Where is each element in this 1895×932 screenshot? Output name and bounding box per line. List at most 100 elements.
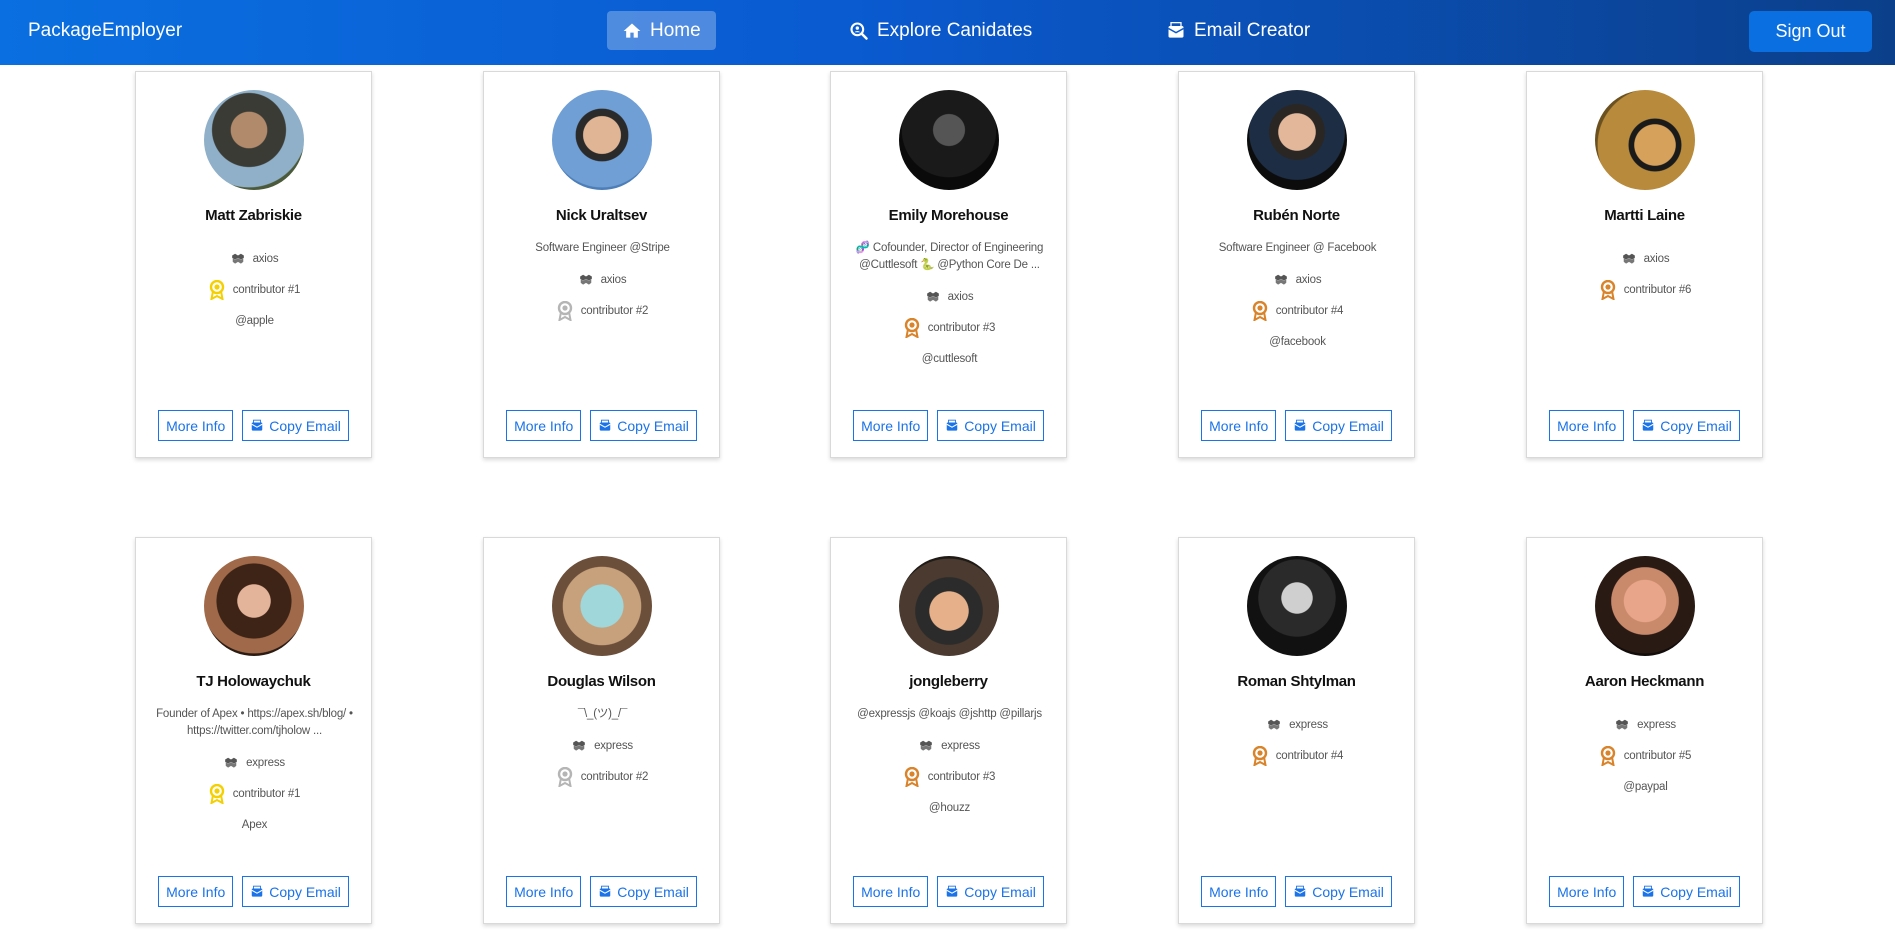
package-row: express bbox=[224, 747, 285, 778]
rank-row: contributor #2 bbox=[557, 295, 648, 326]
nav-email-creator[interactable]: Email Creator bbox=[1151, 11, 1325, 50]
avatar[interactable] bbox=[899, 90, 999, 190]
copy-email-button[interactable]: Copy Email bbox=[937, 876, 1044, 907]
home-icon bbox=[623, 23, 641, 38]
more-info-button[interactable]: More Info bbox=[506, 410, 582, 441]
package-row: express bbox=[1615, 709, 1676, 740]
candidate-name: Roman Shtylman bbox=[1237, 673, 1356, 690]
nav-home-label: Home bbox=[650, 19, 701, 41]
mail-bulk-icon bbox=[599, 885, 611, 897]
nav-explore-candidates[interactable]: Explore Canidates bbox=[834, 11, 1047, 50]
sign-out-button[interactable]: Sign Out bbox=[1749, 11, 1872, 52]
copy-email-button[interactable]: Copy Email bbox=[1633, 876, 1740, 907]
copy-email-button[interactable]: Copy Email bbox=[590, 876, 697, 907]
avatar[interactable] bbox=[1595, 556, 1695, 656]
contributor-rank: contributor #4 bbox=[1275, 304, 1344, 317]
mail-bulk-icon bbox=[1294, 885, 1306, 897]
copy-email-label: Copy Email bbox=[1660, 417, 1732, 434]
medal-icon bbox=[1600, 745, 1615, 766]
mail-bulk-icon bbox=[946, 419, 958, 431]
mail-bulk-icon bbox=[599, 419, 611, 431]
avatar[interactable] bbox=[1247, 556, 1347, 656]
card-actions: More Info Copy Email bbox=[831, 410, 1066, 441]
rank-row: contributor #3 bbox=[904, 761, 995, 792]
more-info-button[interactable]: More Info bbox=[1549, 410, 1625, 441]
candidate-name: Emily Morehouse bbox=[888, 207, 1009, 224]
more-info-label: More Info bbox=[514, 417, 574, 434]
package-row: express bbox=[919, 730, 980, 761]
candidate-info: ¯\_(ツ)_/¯express contributor #2 bbox=[502, 706, 703, 792]
candidate-card: jongleberry @expressjs @koajs @jshttp @p… bbox=[830, 537, 1067, 924]
candidate-org: @facebook bbox=[1269, 335, 1326, 348]
avatar[interactable] bbox=[1595, 90, 1695, 190]
avatar[interactable] bbox=[552, 90, 652, 190]
more-info-button[interactable]: More Info bbox=[506, 876, 582, 907]
contributor-rank: contributor #3 bbox=[927, 321, 996, 334]
mail-bulk-icon bbox=[251, 419, 263, 431]
candidate-info: Software Engineer @Stripe axios contributo… bbox=[502, 240, 703, 326]
more-info-button[interactable]: More Info bbox=[158, 876, 234, 907]
medal-icon bbox=[557, 300, 572, 321]
more-info-label: More Info bbox=[166, 417, 226, 434]
package-row: axios bbox=[926, 281, 974, 312]
more-info-button[interactable]: More Info bbox=[1201, 876, 1277, 907]
package-row: express bbox=[572, 730, 633, 761]
copy-email-button[interactable]: Copy Email bbox=[937, 410, 1044, 441]
candidate-bio: ¯\_(ツ)_/¯ bbox=[577, 708, 628, 720]
package-icon bbox=[926, 291, 939, 302]
contributor-rank: contributor #1 bbox=[232, 787, 301, 800]
package-icon bbox=[225, 757, 237, 768]
candidate-bio: @expressjs @koajs @jshttp @pillarjs bbox=[857, 708, 1042, 720]
avatar[interactable] bbox=[552, 556, 652, 656]
package-icon bbox=[573, 740, 585, 751]
avatar[interactable] bbox=[204, 556, 304, 656]
nav-home[interactable]: Home bbox=[607, 11, 716, 50]
card-actions: More Info Copy Email bbox=[831, 876, 1066, 907]
rank-row: contributor #1 bbox=[209, 274, 300, 305]
package-name: axios bbox=[1643, 252, 1670, 265]
copy-email-button[interactable]: Copy Email bbox=[242, 410, 349, 441]
copy-email-button[interactable]: Copy Email bbox=[590, 410, 697, 441]
package-row: express bbox=[1267, 709, 1328, 740]
rank-row: contributor #2 bbox=[557, 761, 648, 792]
avatar[interactable] bbox=[204, 90, 304, 190]
copy-email-button[interactable]: Copy Email bbox=[1633, 410, 1740, 441]
copy-email-button[interactable]: Copy Email bbox=[242, 876, 349, 907]
brand-logo[interactable]: PackageEmployer bbox=[28, 20, 182, 42]
copy-email-button[interactable]: Copy Email bbox=[1285, 410, 1392, 441]
card-actions: More Info Copy Email bbox=[1527, 410, 1762, 441]
avatar[interactable] bbox=[899, 556, 999, 656]
more-info-button[interactable]: More Info bbox=[158, 410, 234, 441]
candidate-info: 🧬 Cofounder, Director of Engineering @Cu… bbox=[849, 240, 1050, 374]
more-info-button[interactable]: More Info bbox=[1549, 876, 1625, 907]
avatar[interactable] bbox=[1247, 90, 1347, 190]
medal-icon bbox=[209, 783, 224, 804]
candidate-name: TJ Holowaychuk bbox=[196, 673, 311, 690]
package-icon bbox=[1268, 719, 1280, 730]
package-icon bbox=[1622, 253, 1635, 264]
copy-email-label: Copy Email bbox=[1312, 417, 1384, 434]
package-name: axios bbox=[252, 252, 279, 265]
copy-email-label: Copy Email bbox=[1312, 883, 1384, 900]
medal-icon bbox=[1252, 300, 1267, 321]
copy-email-label: Copy Email bbox=[1660, 883, 1732, 900]
candidate-card: Nick Uraltsev Software Engineer @Stripe a… bbox=[483, 71, 720, 458]
mail-bulk-icon bbox=[946, 885, 958, 897]
candidate-card: Emily Morehouse 🧬 Cofounder, Director of… bbox=[830, 71, 1067, 458]
card-actions: More Info Copy Email bbox=[136, 876, 371, 907]
copy-email-button[interactable]: Copy Email bbox=[1285, 876, 1392, 907]
nav-explore-label: Explore Canidates bbox=[877, 19, 1033, 41]
rank-row: contributor #4 bbox=[1252, 295, 1344, 326]
package-name: axios bbox=[600, 273, 627, 286]
more-info-button[interactable]: More Info bbox=[1201, 410, 1277, 441]
more-info-button[interactable]: More Info bbox=[853, 410, 929, 441]
more-info-label: More Info bbox=[514, 883, 574, 900]
more-info-label: More Info bbox=[861, 417, 921, 434]
package-row: axios bbox=[579, 264, 627, 295]
candidate-info: Software Engineer @ Facebook axios contrib… bbox=[1197, 240, 1398, 357]
candidate-org: Apex bbox=[241, 818, 268, 831]
package-name: express bbox=[246, 756, 285, 769]
more-info-button[interactable]: More Info bbox=[853, 876, 929, 907]
card-actions: More Info Copy Email bbox=[484, 876, 719, 907]
candidate-name: Matt Zabriskie bbox=[205, 207, 302, 224]
